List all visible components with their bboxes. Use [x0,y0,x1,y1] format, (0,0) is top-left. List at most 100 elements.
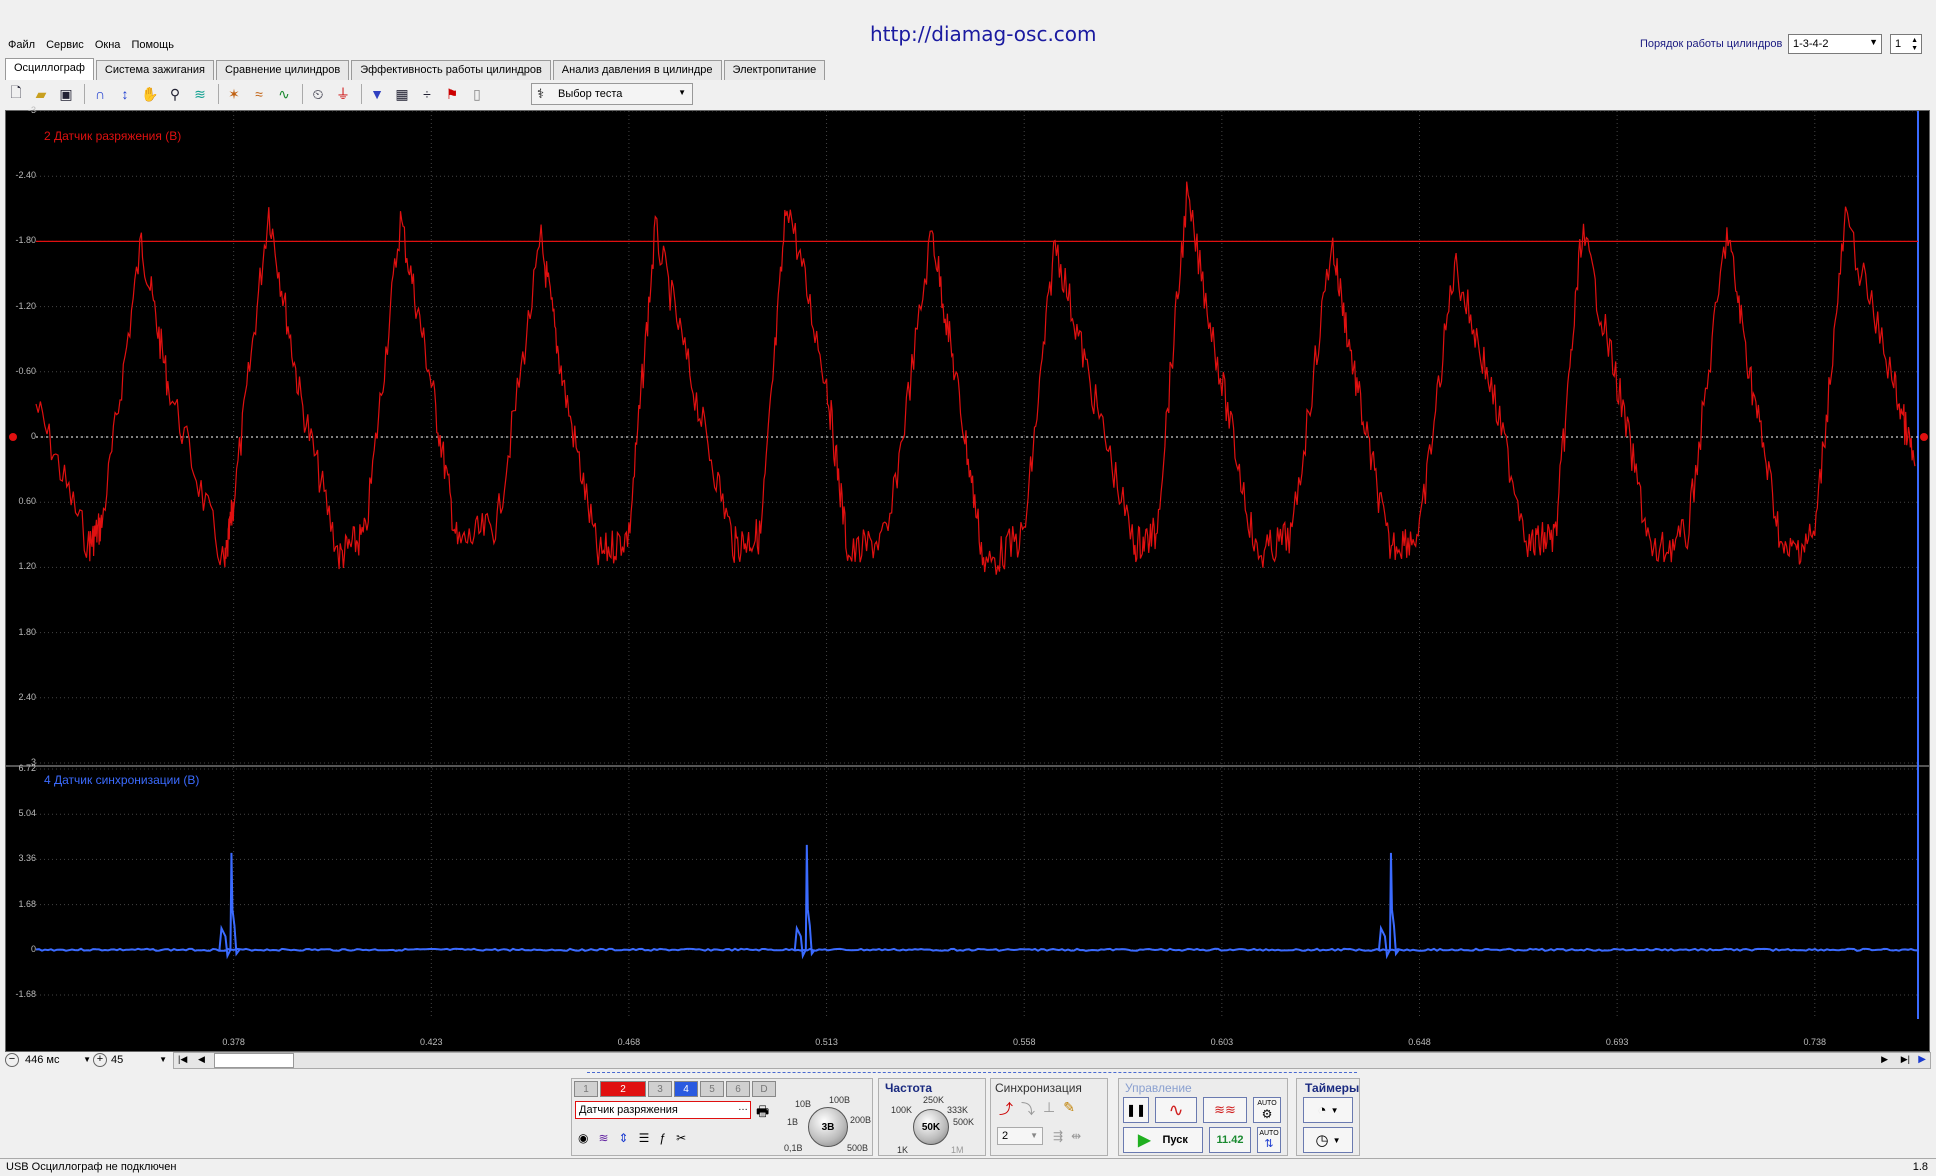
vertical-move-icon[interactable]: ⇕ [619,1131,629,1145]
oscilloscope-display[interactable]: 2 Датчик разряжения (В) 4 Датчик синхрон… [5,105,1930,1052]
zoom-in-icon[interactable]: + [93,1053,107,1067]
auto-button[interactable]: AUTO ⚙ [1253,1097,1281,1123]
stethoscope-icon: ⚕ [537,86,545,101]
chevron-down-icon: ▼ [1330,1105,1339,1115]
falling-edge-icon[interactable]: ⤵ [1021,1099,1035,1119]
tab-pressure-analysis[interactable]: Анализ давления в цилиндре [552,60,722,80]
waveform-canvas[interactable] [6,111,1929,1051]
x-tick-label: 0.603 [1210,1037,1234,1047]
level-icon[interactable]: ⊥ [1043,1099,1055,1119]
open-folder-icon[interactable]: ▰ [30,83,52,105]
tab-power-supply[interactable]: Электропитание [723,60,826,80]
sync-pulse [793,844,816,960]
menu-file[interactable]: Файл [8,34,35,51]
page-icon[interactable]: ▯ [466,83,488,105]
zoom-icon[interactable]: ⚲ [164,83,186,105]
save-icon[interactable]: ▣ [55,83,77,105]
tab-cylinder-compare[interactable]: Сравнение цилиндров [215,60,350,80]
tab-cylinder-efficiency[interactable]: Эффективность работы цилиндров [351,60,551,80]
channel-d-button[interactable]: D [752,1081,776,1097]
horizontal-scrollbar[interactable]: |◀ ◀ ▶ ▶| ▶ [173,1052,1931,1069]
channel-6-button[interactable]: 6 [726,1081,750,1097]
test-select-label: Выбор теста [558,88,623,100]
play-scroll-icon[interactable]: ▶ [1918,1054,1926,1065]
grid-icon[interactable]: ▦ [391,83,413,105]
volt-label: 1В [787,1117,799,1127]
auto-scale-icon[interactable]: ⏲ [307,83,329,105]
single-wave-icon[interactable]: ∿ [1155,1097,1197,1123]
split-icon[interactable]: ÷ [416,83,438,105]
scroll-last-icon[interactable]: ▶| [1901,1054,1910,1065]
timer-2-button[interactable]: ◷ ▼ [1303,1127,1353,1153]
control-title: Управление [1125,1081,1192,1095]
x-tick-label: 0.693 [1605,1037,1629,1047]
channel2-waveform [35,181,1916,575]
channel-1-button[interactable]: 1 [574,1081,598,1097]
more-icon: … [738,1102,748,1113]
scroll-right-icon[interactable]: ▶ [1881,1054,1888,1065]
scrollbar-thumb[interactable] [214,1053,294,1068]
test-select[interactable]: ⚕ Выбор теста ▼ [531,83,693,105]
menu-service[interactable]: Сервис [46,34,84,51]
sensor-name: Датчик разряжения [579,1104,678,1116]
timebase-select[interactable]: 446 мс ▼ [23,1052,93,1069]
scroll-left-icon[interactable]: ◀ [198,1054,205,1065]
wave-icon[interactable]: ≋ [598,1131,608,1145]
lines-icon[interactable]: ☰ [639,1131,650,1145]
channel-4-button[interactable]: 4 [674,1081,698,1097]
sync-center-icon[interactable]: ⇹ [1071,1129,1081,1143]
y-tick-label: -1.68 [15,989,36,999]
menu-windows[interactable]: Окна [95,34,121,51]
new-file-icon[interactable]: 🗋 [5,83,27,105]
channel-3-button[interactable]: 3 [648,1081,672,1097]
menu-help[interactable]: Помощь [131,34,174,51]
voltage-knob[interactable]: 3В [808,1107,848,1147]
cylinder-order-select[interactable]: 1-3-4-2 ▼ [1788,34,1882,54]
frequency-knob[interactable]: 50K [913,1109,949,1145]
funnel-icon[interactable]: ▼ [366,83,388,105]
tab-oscilloscope[interactable]: Осциллограф [5,58,94,80]
start-label: Пуск [1162,1134,1188,1146]
play-icon: ▶ [1138,1132,1151,1149]
printer-icon[interactable]: 🖶 [756,1101,769,1125]
auto-sync-button[interactable]: AUTO ⇅ [1257,1127,1281,1153]
site-url[interactable]: http://diamag-osc.com [870,22,1097,46]
waves-icon[interactable]: ≈ [248,83,270,105]
flag-icon[interactable]: ⚑ [441,83,463,105]
auto-arrows-icon: ⇅ [1264,1138,1274,1150]
zoom-out-icon[interactable]: − [5,1053,19,1067]
hand-tool-icon[interactable]: ✋ [139,83,161,105]
filter-icon[interactable]: ✶ [223,83,245,105]
eye-icon[interactable]: ◉ [578,1131,588,1145]
zoom-select[interactable]: 45 ▼ [109,1052,169,1069]
auto-icon: ⚙ [1261,1106,1273,1121]
rising-edge-icon[interactable]: ⤴ [999,1099,1013,1119]
scroll-first-icon[interactable]: |◀ [178,1054,187,1065]
measure-tool-icon[interactable]: ↕ [114,83,136,105]
offset-icon[interactable]: ⏚ [332,83,354,105]
cylinder-number-spinner[interactable]: 1 ▲ ▼ [1890,34,1922,54]
pause-icon[interactable]: ❚❚ [1123,1097,1149,1123]
toolbar-separator [302,84,303,104]
layers-icon[interactable]: ≋ [189,83,211,105]
cylinder-number-value: 1 [1895,38,1902,50]
sync-offset-icon[interactable]: ⇶ [1053,1129,1063,1143]
start-button[interactable]: ▶ Пуск [1123,1127,1203,1153]
sync-tool-icon[interactable]: ✎ [1063,1099,1075,1119]
channel2-label: 2 Датчик разряжения (В) [44,129,182,143]
timers-panel: Таймеры ◔ ▼ ◷ ▼ [1296,1078,1360,1156]
function-icon[interactable]: ƒ [659,1131,666,1145]
tab-ignition[interactable]: Система зажигания [95,60,214,80]
timer-1-button[interactable]: ◔ ▼ [1303,1097,1353,1123]
multi-wave-icon[interactable]: ≋≋ [1203,1097,1247,1123]
sensor-select[interactable]: Датчик разряжения … [575,1101,751,1119]
cursor-tool-icon[interactable]: ∩ [89,83,111,105]
tools-icon[interactable]: ✂ [676,1131,686,1145]
control-panel: Управление ❚❚ ∿ ≋≋ AUTO ⚙ ▶ Пуск 11.42 AU… [1118,1078,1288,1156]
sync-channel-select[interactable]: 2 ▼ [997,1127,1043,1145]
channel-2-button[interactable]: 2 [600,1081,646,1097]
channel-5-button[interactable]: 5 [700,1081,724,1097]
multi-wave-icon[interactable]: ∿ [273,83,295,105]
channel-buttons: 1 2 3 4 5 6 D [574,1081,790,1097]
y-tick-label: 1.68 [18,898,36,909]
